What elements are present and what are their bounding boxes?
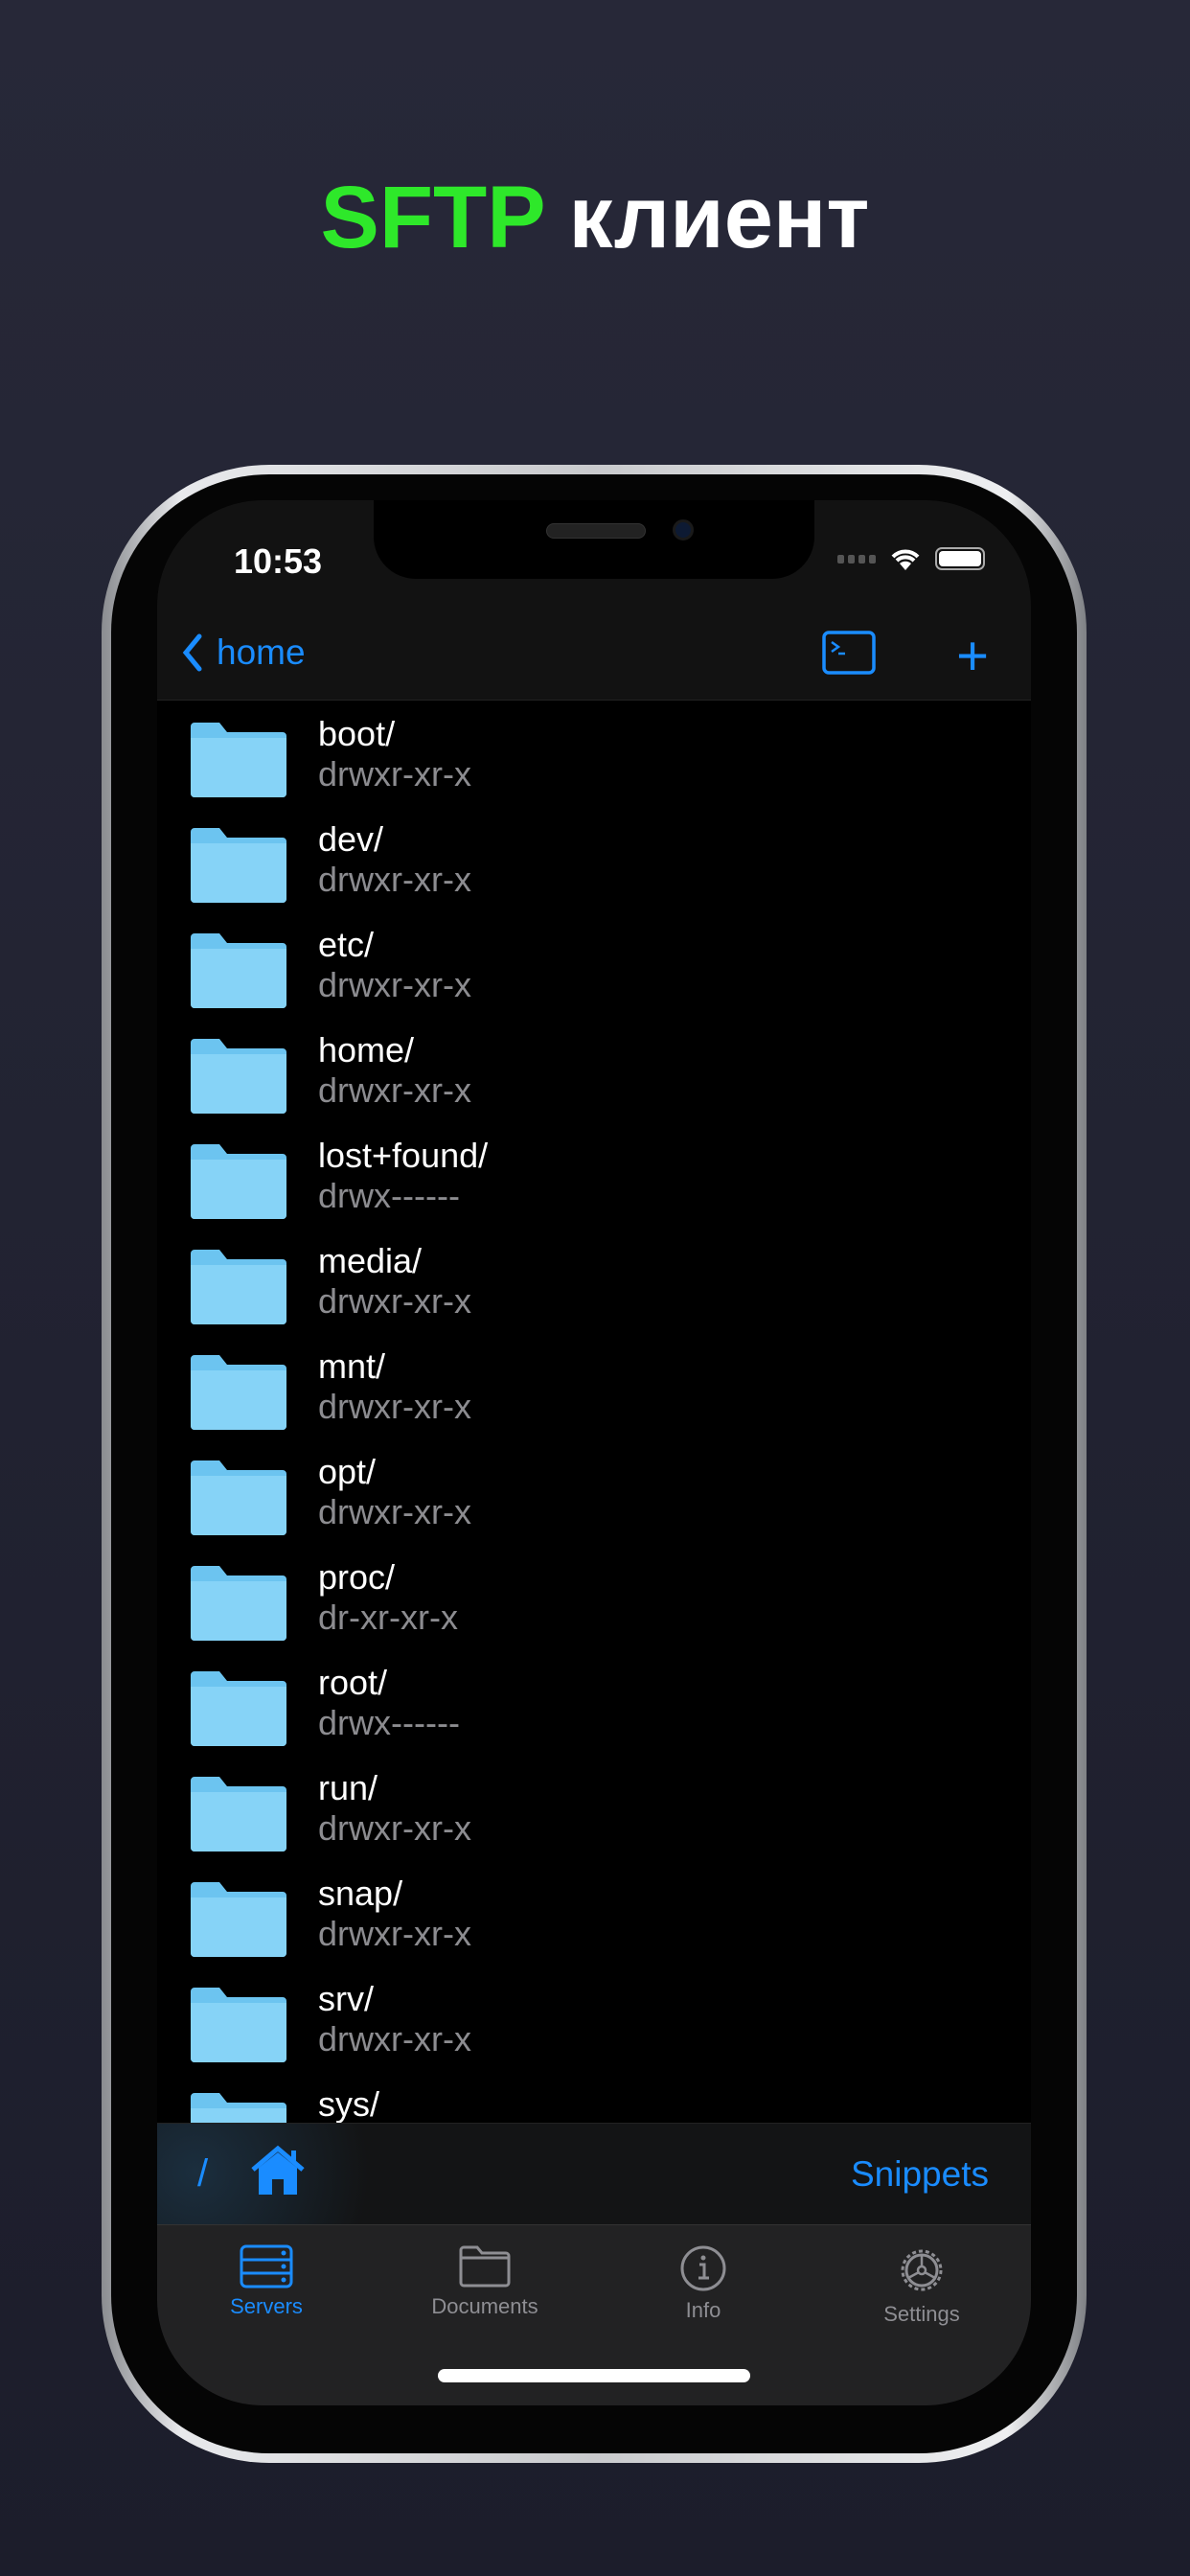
add-button[interactable]: + (956, 629, 989, 684)
tab-servers[interactable]: Servers (157, 2225, 376, 2405)
file-name: snap/ (318, 1874, 403, 1913)
file-row[interactable]: etc/ drwxr-xr-x (157, 911, 1031, 1017)
tab-label: Settings (883, 2302, 960, 2326)
folder-icon (191, 933, 286, 1008)
folder-icon (191, 1355, 286, 1430)
root-path-button[interactable]: / (197, 2152, 208, 2196)
file-row[interactable]: dev/ drwxr-xr-x (157, 806, 1031, 911)
tab-settings[interactable]: Settings (812, 2225, 1031, 2405)
file-row[interactable]: root/ drwx------ (157, 1649, 1031, 1755)
file-permissions: drwxr-xr-x (318, 1914, 471, 1953)
file-row[interactable]: media/ drwxr-xr-x (157, 1228, 1031, 1333)
file-row[interactable]: lost+found/ drwx------ (157, 1122, 1031, 1228)
file-permissions: drwxr-xr-x (318, 965, 471, 1004)
folder-icon (191, 1460, 286, 1535)
file-row[interactable]: proc/ dr-xr-xr-x (157, 1544, 1031, 1649)
file-name: mnt/ (318, 1346, 386, 1386)
file-name: lost+found/ (318, 1136, 489, 1175)
file-permissions: dr-xr-xr-x (318, 1598, 458, 1637)
file-name: home/ (318, 1030, 415, 1070)
file-name: opt/ (318, 1452, 377, 1491)
file-permissions: drwxr-xr-x (318, 2019, 471, 2058)
folder-icon (191, 1250, 286, 1324)
chevron-left-icon (182, 633, 202, 672)
file-name: run/ (318, 1768, 378, 1807)
back-button[interactable]: home (182, 632, 306, 673)
file-row[interactable]: snap/ drwxr-xr-x (157, 1860, 1031, 1966)
wifi-icon (891, 549, 920, 570)
home-icon[interactable] (249, 2145, 307, 2196)
file-permissions: drwxr-xr-x (318, 1070, 471, 1110)
file-name: root/ (318, 1663, 388, 1702)
file-permissions: drwxr-xr-x (318, 754, 471, 794)
snippets-button[interactable]: Snippets (851, 2154, 989, 2195)
phone-screen: 10:53 home + boot/ drwxr-xr-x dev/ drwxr… (157, 500, 1031, 2405)
file-name: srv/ (318, 1979, 374, 2018)
folder-icon (191, 1988, 286, 2062)
file-row[interactable]: mnt/ drwxr-xr-x (157, 1333, 1031, 1438)
file-row[interactable]: boot/ drwxr-xr-x (157, 701, 1031, 806)
file-permissions: drwxr-xr-x (318, 1387, 471, 1426)
file-row[interactable]: srv/ drwxr-xr-x (157, 1966, 1031, 2071)
file-permissions: drwxr-xr-x (318, 1808, 471, 1848)
file-name: dev/ (318, 819, 384, 859)
file-row[interactable]: opt/ drwxr-xr-x (157, 1438, 1031, 1544)
headline-accent: SFTP (320, 169, 544, 266)
file-permissions: drwxr-xr-x (318, 1492, 471, 1531)
headline: SFTP клиент (0, 168, 1190, 268)
info-icon (680, 2245, 726, 2291)
file-name: media/ (318, 1241, 423, 1280)
status-time: 10:53 (234, 541, 323, 581)
file-row[interactable]: home/ drwxr-xr-x (157, 1017, 1031, 1122)
folder-icon (191, 1777, 286, 1852)
folder-icon (191, 1566, 286, 1641)
battery-icon (935, 547, 985, 570)
file-permissions: drwx------ (318, 1176, 460, 1215)
file-name: etc/ (318, 925, 375, 964)
folder-icon (191, 1671, 286, 1746)
tab-label: Documents (431, 2294, 538, 2318)
folder-icon (191, 723, 286, 797)
back-label: home (217, 632, 306, 672)
file-permissions: drwxr-xr-x (318, 1281, 471, 1321)
folder-icon (459, 2245, 511, 2288)
folder-icon (191, 1039, 286, 1114)
file-list: boot/ drwxr-xr-x dev/ drwxr-xr-x etc/ dr… (157, 701, 1031, 2176)
file-name: boot/ (318, 714, 396, 753)
folder-icon (191, 1882, 286, 1957)
file-name: sys/ (318, 2084, 380, 2124)
notch (374, 500, 814, 579)
gear-icon (901, 2249, 943, 2291)
file-permissions: drwx------ (318, 1703, 460, 1742)
signal-icon (837, 554, 876, 564)
path-toolbar: / Snippets (157, 2123, 1031, 2224)
file-permissions: drwxr-xr-x (318, 860, 471, 899)
folder-icon (191, 1144, 286, 1219)
servers-icon (240, 2244, 293, 2288)
terminal-icon[interactable] (822, 631, 876, 675)
home-indicator[interactable] (438, 2369, 750, 2382)
headline-rest: клиент (543, 169, 870, 266)
folder-icon (191, 828, 286, 903)
tab-label: Info (685, 2298, 721, 2322)
file-row[interactable]: run/ drwxr-xr-x (157, 1755, 1031, 1860)
tab-label: Servers (230, 2294, 303, 2318)
nav-bar: home + (157, 615, 1031, 701)
file-name: proc/ (318, 1557, 396, 1597)
